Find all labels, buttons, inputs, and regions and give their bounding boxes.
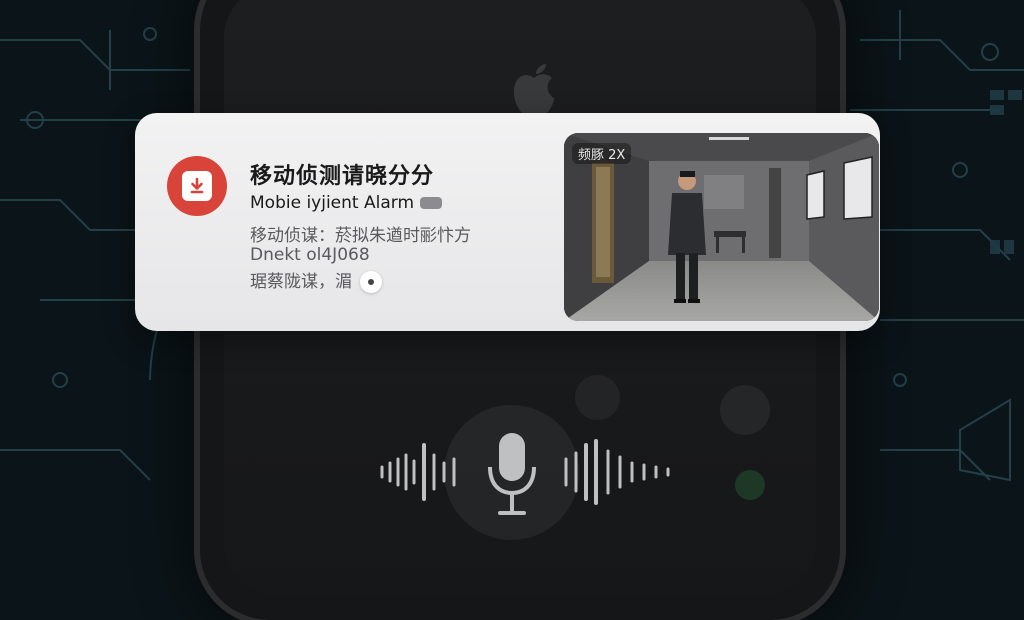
more-button[interactable] xyxy=(360,271,382,293)
notification-body-text: 琚蔡陇谋，湄 xyxy=(250,272,352,292)
notification-body-line: 移动侦谋：菸拟朱遒时彨忭方 xyxy=(250,226,471,246)
camera-zoom-label: 频豚 2X xyxy=(572,143,632,164)
background-app-icon xyxy=(575,375,620,420)
background-app-icon xyxy=(735,470,765,500)
notification-body-line-with-button: 琚蔡陇谋，湄 xyxy=(250,267,382,293)
notification-title: 移动侦测请晓分分 xyxy=(250,164,435,189)
notification-body-line: Dnekt ol4J068 xyxy=(250,245,370,265)
download-icon xyxy=(167,156,227,216)
app-name-text: Mobie iyjient Alarm xyxy=(250,193,414,213)
background-app-icon xyxy=(720,385,770,435)
phone-side-button xyxy=(193,25,200,85)
voice-input-area xyxy=(378,405,678,545)
motion-alarm-notification[interactable]: 移动侦测请晓分分 Mobie iyjient Alarm 移动侦谋：菸拟朱遒时彨… xyxy=(135,113,880,331)
notification-app-name: Mobie iyjient Alarm xyxy=(250,193,442,213)
app-badge xyxy=(420,197,442,209)
camera-snapshot-thumbnail[interactable]: 频豚 2X xyxy=(564,133,879,321)
apple-logo-icon xyxy=(514,64,554,117)
microphone-icon xyxy=(488,433,536,515)
